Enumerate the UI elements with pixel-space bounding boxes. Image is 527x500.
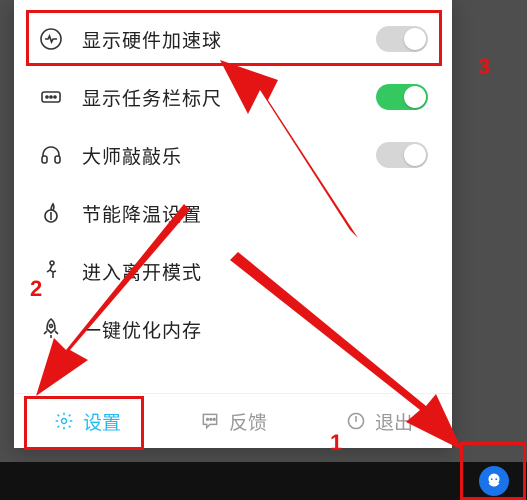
rocket-icon [38, 316, 64, 342]
menu-item-master-knock[interactable]: 大师敲敲乐 [14, 126, 452, 184]
toggle-hw-accel-ball[interactable] [376, 26, 428, 52]
feedback-button[interactable]: 反馈 [160, 394, 306, 448]
heartbeat-icon [38, 26, 64, 52]
leaf-icon [38, 200, 64, 226]
panel-footer: 设置 反馈 退出 [14, 393, 452, 448]
menu-item-taskbar-ruler[interactable]: 显示任务栏标尺 [14, 68, 452, 126]
tray-icon-ludashi[interactable] [479, 466, 509, 496]
menu-item-label: 大师敲敲乐 [82, 142, 376, 169]
power-icon [345, 410, 367, 432]
menu-item-label: 显示任务栏标尺 [82, 84, 376, 111]
taskbar [0, 462, 527, 500]
toggle-taskbar-ruler[interactable] [376, 84, 428, 110]
toggle-master-knock[interactable] [376, 142, 428, 168]
walk-icon [38, 258, 64, 284]
feedback-label: 反馈 [229, 408, 267, 435]
annotation-number-3: 3 [478, 56, 490, 78]
menu-item-energy-cooling[interactable]: 节能降温设置 [14, 184, 452, 242]
menu-item-label: 显示硬件加速球 [82, 26, 376, 53]
menu-item-hw-accel-ball[interactable]: 显示硬件加速球 [14, 10, 452, 68]
menu-item-label: 节能降温设置 [82, 200, 428, 227]
gear-icon [53, 410, 75, 432]
menu-item-label: 一键优化内存 [82, 316, 428, 343]
settings-label: 设置 [83, 408, 121, 435]
exit-button[interactable]: 退出 [306, 394, 452, 448]
headset-icon [38, 142, 64, 168]
dots-box-icon [38, 84, 64, 110]
menu-list: 显示硬件加速球 显示任务栏标尺 大师敲敲乐 [14, 0, 452, 358]
menu-item-away-mode[interactable]: 进入离开模式 [14, 242, 452, 300]
menu-item-label: 进入离开模式 [82, 258, 428, 285]
settings-button[interactable]: 设置 [14, 394, 160, 448]
context-menu-panel: 显示硬件加速球 显示任务栏标尺 大师敲敲乐 [14, 0, 452, 448]
menu-item-optimize-mem[interactable]: 一键优化内存 [14, 300, 452, 358]
exit-label: 退出 [375, 408, 413, 435]
chat-icon [199, 410, 221, 432]
